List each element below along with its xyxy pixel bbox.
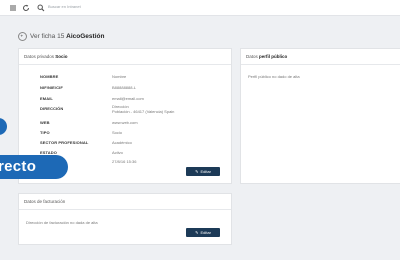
billing-empty-text: Dirección de facturación no dada de alta — [26, 220, 98, 225]
divider — [19, 209, 231, 210]
field-label-web: WEB — [40, 120, 50, 125]
field-label-type: TIPO — [40, 130, 50, 135]
card-title: Datos privados Socio — [24, 54, 68, 59]
field-value-type: Socio — [112, 130, 123, 135]
divider — [19, 64, 231, 65]
card-title: Datos perfil público — [246, 54, 288, 59]
field-value-address-line2: Población - 46417 (Valencia) Spain — [112, 109, 175, 114]
overlay-circle — [0, 118, 7, 135]
pencil-icon: ✎ — [195, 230, 199, 235]
field-label-nif: NIF/NIE/CIF — [40, 85, 63, 90]
search-icon[interactable] — [36, 3, 46, 13]
pencil-icon: ✎ — [195, 169, 199, 174]
field-value-name: Nombre — [112, 74, 127, 79]
billing-card: Datos de facturación Dirección de factur… — [18, 193, 232, 245]
field-value-sector: Académico — [112, 140, 132, 145]
field-value-email: email@email.com — [112, 96, 144, 101]
public-profile-empty-text: Perfil público no dado de alta — [248, 74, 300, 79]
field-label-name: NOMBRE — [40, 74, 59, 79]
field-value-web: www.web.com — [112, 120, 138, 125]
public-profile-card: Datos perfil público Perfil público no d… — [240, 48, 400, 184]
search-input[interactable]: Buscar en Intranet — [48, 4, 81, 9]
page-title: Ver ficha 15 AicoGestión — [30, 33, 105, 40]
field-value-status: Activo — [112, 150, 123, 155]
field-label-address: DIRECCIÓN — [40, 106, 64, 111]
menu-icon[interactable] — [8, 3, 18, 13]
edit-billing-button[interactable]: ✎ Editar — [186, 228, 220, 237]
card-title: Datos de facturación — [24, 199, 66, 204]
field-label-email: EMAIL — [40, 96, 53, 101]
refresh-icon[interactable] — [21, 3, 31, 13]
divider — [241, 64, 400, 65]
edit-button[interactable]: ✎ Editar — [186, 167, 220, 176]
overlay-label: recto — [0, 155, 68, 179]
top-bar: Buscar en Intranet — [0, 0, 400, 16]
field-value-nif: B88888888-L — [112, 85, 137, 90]
field-label-sector: SECTOR PROFESIONAL — [40, 140, 89, 145]
back-icon[interactable] — [18, 32, 27, 41]
field-value-signup: 27/8/16 15:36 — [112, 159, 137, 164]
